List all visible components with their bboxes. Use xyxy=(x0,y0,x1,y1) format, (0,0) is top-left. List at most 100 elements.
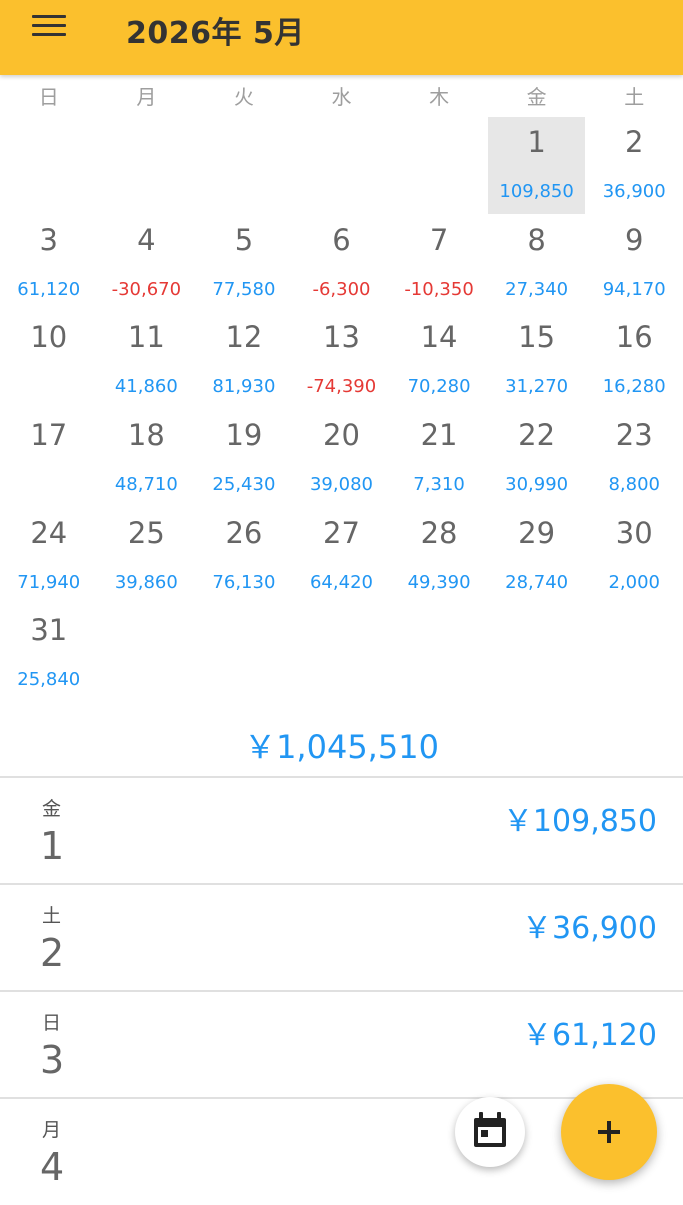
calendar-day-11[interactable]: 11 41,860 xyxy=(98,312,196,410)
day-amount: 41,860 xyxy=(114,376,178,398)
day-amount: 31,270 xyxy=(505,376,569,398)
day-number: 4 xyxy=(137,222,156,257)
calendar-day-2[interactable]: 2 36,900 xyxy=(585,117,683,215)
calendar-day-5[interactable]: 5 77,580 xyxy=(195,215,293,313)
calendar-day-4[interactable]: 4 -30,670 xyxy=(98,215,196,313)
weekday-label: 月 xyxy=(136,85,157,109)
day-amount: 49,390 xyxy=(407,571,471,593)
calendar-day-1[interactable]: 1 109,850 xyxy=(487,117,586,215)
calendar-day-24[interactable]: 24 71,940 xyxy=(0,508,98,606)
day-amount: 70,280 xyxy=(407,376,471,398)
day-number: 14 xyxy=(420,320,458,355)
list-item-weekday: 日 xyxy=(42,1012,62,1034)
calendar-day-31[interactable]: 31 25,840 xyxy=(0,605,98,703)
calendar-day-25[interactable]: 25 39,860 xyxy=(98,508,196,606)
day-amount: 27,340 xyxy=(505,278,569,300)
day-number: 1 xyxy=(527,125,546,159)
day-number: 13 xyxy=(323,320,360,355)
day-number: 22 xyxy=(518,418,556,452)
day-amount: 25,430 xyxy=(212,474,276,495)
calendar-day-13[interactable]: 13 -74,390 xyxy=(293,312,391,410)
calendar-day-6[interactable]: 6 -6,300 xyxy=(293,215,391,313)
list-item[interactable]: 土 2 ￥36,900 xyxy=(0,883,683,991)
plus-icon xyxy=(598,1121,620,1143)
day-number: 29 xyxy=(518,515,556,550)
day-amount: 71,940 xyxy=(17,571,81,593)
calendar-day-19[interactable]: 19 25,430 xyxy=(195,410,293,508)
calendar-icon xyxy=(474,1112,506,1147)
day-amount: 36,900 xyxy=(602,181,666,202)
list-item-day: 1 xyxy=(40,824,65,868)
day-number: 3 xyxy=(39,222,58,257)
day-number: 24 xyxy=(30,515,68,550)
list-item-day: 2 xyxy=(40,931,65,975)
day-number: 25 xyxy=(127,515,165,550)
calendar-day-12[interactable]: 12 81,930 xyxy=(195,312,293,410)
day-number: 31 xyxy=(30,613,68,648)
calendar-day-10[interactable]: 10 xyxy=(0,312,98,410)
calendar-day-8[interactable]: 8 27,340 xyxy=(488,215,586,313)
day-amount: 109,850 xyxy=(499,181,574,202)
calendar-day-20[interactable]: 20 39,080 xyxy=(293,410,391,508)
day-number: 8 xyxy=(527,222,546,257)
list-item-amount: ￥36,900 xyxy=(522,911,657,946)
calendar-day-22[interactable]: 22 30,990 xyxy=(488,410,586,508)
list-item-weekday: 金 xyxy=(42,798,62,820)
day-number: 20 xyxy=(323,418,360,452)
day-amount: -74,390 xyxy=(306,376,377,398)
calendar-day-16[interactable]: 16 16,280 xyxy=(585,312,683,410)
calendar-day-7[interactable]: 7 -10,350 xyxy=(390,215,488,313)
day-amount: -6,300 xyxy=(312,278,371,300)
day-number: 19 xyxy=(225,418,263,452)
calendar-day-23[interactable]: 23 8,800 xyxy=(585,410,683,508)
day-amount: 77,580 xyxy=(212,278,276,300)
day-number: 11 xyxy=(127,320,165,355)
calendar-day-26[interactable]: 26 76,130 xyxy=(195,508,293,606)
day-amount: -10,350 xyxy=(404,278,474,300)
day-number: 27 xyxy=(323,515,360,550)
day-amount: 16,280 xyxy=(602,376,666,398)
calendar-day-3[interactable]: 3 61,120 xyxy=(0,215,98,313)
calendar-day-15[interactable]: 15 31,270 xyxy=(488,312,586,410)
calendar-day-18[interactable]: 18 48,710 xyxy=(98,410,196,508)
day-number: 21 xyxy=(420,418,458,452)
day-amount: 76,130 xyxy=(212,571,276,593)
monthly-total: ￥1,045,510 xyxy=(244,728,439,766)
day-number: 6 xyxy=(332,222,351,257)
day-amount: 30,990 xyxy=(505,474,569,495)
list-item[interactable]: 金 1 ￥109,850 xyxy=(0,776,683,884)
weekday-label: 土 xyxy=(624,85,645,109)
calendar-day-17[interactable]: 17 xyxy=(0,410,98,508)
list-item-weekday: 土 xyxy=(42,905,62,927)
day-amount: -30,670 xyxy=(111,278,182,300)
list-item-weekday: 月 xyxy=(42,1119,62,1141)
calendar-day-29[interactable]: 29 28,740 xyxy=(488,508,586,606)
day-amount: 8,800 xyxy=(608,474,660,495)
list-item[interactable]: 日 3 ￥61,120 xyxy=(0,990,683,1098)
calendar-day-30[interactable]: 30 2,000 xyxy=(585,508,683,606)
day-number: 10 xyxy=(30,320,68,355)
day-amount: 39,080 xyxy=(309,474,373,495)
day-amount: 94,170 xyxy=(602,278,666,300)
calendar-day-14[interactable]: 14 70,280 xyxy=(390,312,488,410)
day-amount: 25,840 xyxy=(17,669,81,691)
calendar-day-9[interactable]: 9 94,170 xyxy=(585,215,683,313)
day-number: 30 xyxy=(615,515,653,550)
weekday-label: 金 xyxy=(526,85,547,109)
calendar-fab[interactable] xyxy=(455,1097,525,1167)
day-number: 5 xyxy=(234,222,254,257)
day-amount: 48,710 xyxy=(114,474,178,495)
day-number: 28 xyxy=(420,515,458,550)
list-item-day: 4 xyxy=(40,1145,65,1189)
calendar-day-21[interactable]: 21 7,310 xyxy=(390,410,488,508)
add-entry-fab[interactable] xyxy=(561,1084,657,1180)
day-amount: 61,120 xyxy=(17,278,81,300)
day-number: 9 xyxy=(624,222,644,257)
page-title: 2026年 5月 xyxy=(126,16,305,51)
day-amount: 39,860 xyxy=(114,571,178,593)
day-number: 26 xyxy=(225,515,263,550)
hamburger-menu-icon[interactable] xyxy=(30,12,70,40)
calendar-day-28[interactable]: 28 49,390 xyxy=(390,508,488,606)
day-number: 15 xyxy=(518,320,556,355)
calendar-day-27[interactable]: 27 64,420 xyxy=(293,508,391,606)
